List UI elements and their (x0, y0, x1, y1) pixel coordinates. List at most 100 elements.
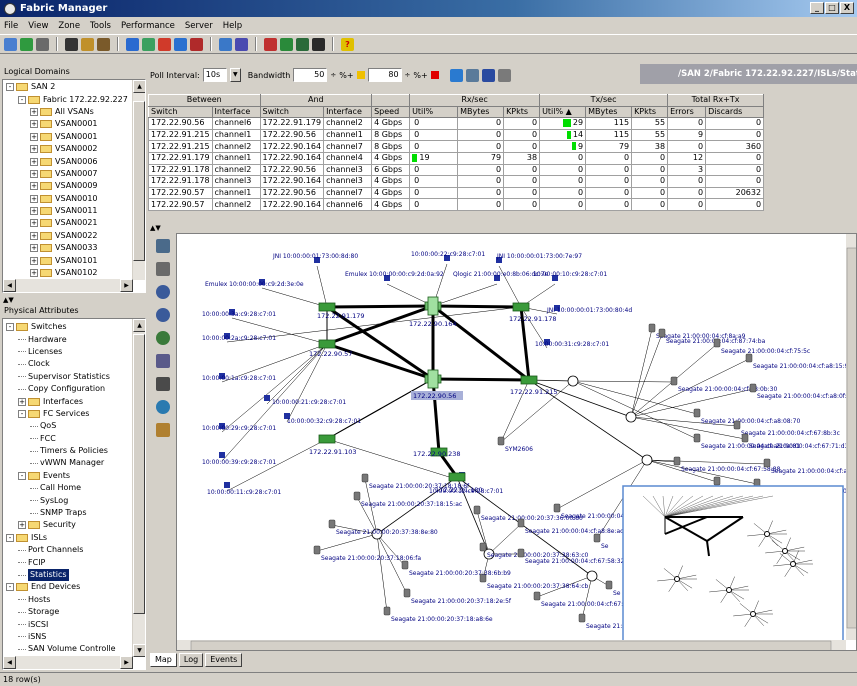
storage-icon[interactable] (578, 613, 586, 623)
table-row[interactable]: 172.22.90.56 channel6 172.22.91.179 channel… (148, 117, 765, 130)
table-row[interactable]: 172.22.91.215 channel1 172.22.90.56 channel… (148, 128, 765, 142)
tree-item[interactable]: QoS (3, 420, 145, 432)
expand-icon[interactable]: - (6, 583, 14, 592)
close-button[interactable]: X (840, 2, 854, 14)
storage-icon[interactable] (383, 606, 391, 616)
tree-item[interactable]: Storage (3, 606, 145, 618)
tree-item[interactable]: Supervisor Statistics (3, 371, 145, 383)
group-icon[interactable] (156, 262, 170, 276)
logical-scrollbar[interactable]: ▲ (132, 80, 145, 280)
tree-item[interactable]: + VSAN0001 (3, 118, 145, 130)
expand-icon[interactable]: + (30, 182, 38, 191)
expand-icon[interactable]: + (30, 269, 38, 278)
tree-item[interactable]: + All VSANs (3, 106, 145, 118)
tree-item[interactable]: iSNS (3, 631, 145, 643)
topology-svg[interactable]: JNI 10:00:00:01:73:00:8d:80 10:00:00:22:c… (177, 234, 857, 651)
zoom-out-icon[interactable] (156, 308, 170, 322)
storage-icon[interactable] (497, 436, 505, 446)
tree-item[interactable]: + VSAN0009 (3, 180, 145, 192)
storage-icon[interactable] (593, 533, 601, 543)
export-map-icon[interactable] (156, 423, 170, 437)
storage-icon[interactable] (479, 542, 487, 552)
expand-icon[interactable]: - (18, 471, 26, 480)
storage-link[interactable] (646, 459, 768, 465)
users-icon[interactable] (280, 37, 293, 51)
expand-icon[interactable]: + (18, 397, 26, 406)
storage-icon[interactable] (670, 376, 678, 386)
tree-item[interactable]: + VSAN0010 (3, 193, 145, 205)
menu-zone[interactable]: Zone (58, 21, 80, 31)
switch-icon[interactable] (448, 472, 466, 482)
isl-link[interactable] (432, 377, 530, 382)
fabric-hub[interactable] (641, 454, 653, 466)
menu-tools[interactable]: Tools (90, 21, 111, 31)
tree-item[interactable]: - End Devices (3, 581, 145, 593)
chart-icon[interactable] (174, 37, 187, 51)
switch-icon[interactable] (520, 375, 538, 385)
tree-item[interactable]: + VSAN0002 (3, 143, 145, 155)
zoom-in-icon[interactable] (156, 285, 170, 299)
save-icon[interactable] (481, 68, 495, 82)
storage-icon[interactable] (658, 328, 666, 338)
logical-hscrollbar[interactable]: ◀ ▶ (3, 279, 133, 292)
expand-icon[interactable]: + (30, 219, 38, 228)
storage-link[interactable] (630, 333, 663, 418)
host-icon[interactable] (224, 482, 230, 488)
storage-icon[interactable] (353, 491, 361, 501)
storage-icon[interactable] (328, 519, 336, 529)
tree-item[interactable]: Licenses (3, 346, 145, 358)
fabric-hub[interactable] (586, 570, 598, 582)
column-header[interactable]: MBytes (585, 105, 633, 119)
tab-events[interactable]: Events (205, 653, 243, 667)
terminal-icon[interactable] (312, 37, 325, 51)
table-row[interactable]: 172.22.90.57 channel1 172.22.90.56 channel7… (148, 186, 765, 200)
zoom-fit-icon[interactable] (156, 331, 170, 345)
splitter-arrows[interactable]: ▲▼ (3, 296, 14, 304)
storage-link[interactable] (572, 380, 675, 383)
discover-icon[interactable] (20, 37, 33, 51)
expand-icon[interactable]: + (30, 244, 38, 253)
find-icon[interactable] (36, 37, 49, 51)
tree-item[interactable]: + Interfaces (3, 395, 145, 407)
alert-icon[interactable] (190, 37, 203, 51)
expand-icon[interactable]: + (30, 169, 38, 178)
host-link[interactable] (316, 265, 328, 308)
tree-item[interactable]: iSCSI (3, 618, 145, 630)
storage-icon[interactable] (605, 580, 613, 590)
storage-link[interactable] (316, 533, 378, 552)
tab-log[interactable]: Log (178, 653, 204, 667)
column-header[interactable]: Interface (211, 105, 261, 119)
host-link[interactable] (432, 283, 498, 307)
select-icon[interactable] (156, 377, 170, 391)
tree-item[interactable]: + VSAN0033 (3, 242, 145, 254)
bandwidth-high-input[interactable]: 80 (367, 68, 402, 82)
storage-icon[interactable] (473, 505, 481, 515)
expand-icon[interactable]: + (30, 120, 38, 129)
overview-icon[interactable] (156, 354, 170, 368)
storage-icon[interactable] (713, 338, 721, 348)
expand-icon[interactable]: - (18, 409, 26, 418)
tree-item[interactable]: - SAN 2 (3, 81, 145, 93)
storage-icon[interactable] (517, 518, 525, 528)
tree-item[interactable]: Clock (3, 358, 145, 370)
tree-item[interactable]: + VSAN0001 (3, 131, 145, 143)
column-header[interactable]: Discards (705, 105, 765, 119)
fabric-hub[interactable] (567, 375, 579, 387)
tree-item[interactable]: - ISLs (3, 532, 145, 544)
tree-item[interactable]: Hosts (3, 594, 145, 606)
refresh-map-icon[interactable] (156, 400, 170, 414)
table-row[interactable]: 172.22.91.179 channel1 172.22.90.164 channe… (148, 151, 765, 165)
column-header[interactable]: Switch (148, 105, 213, 119)
physical-scrollbar[interactable]: ▲ ▼ (132, 319, 145, 657)
switch-icon[interactable] (318, 339, 336, 349)
tree-item[interactable]: Timers & Policies (3, 445, 145, 457)
tree-item[interactable]: + VSAN0021 (3, 217, 145, 229)
storage-icon[interactable] (401, 560, 409, 570)
bandwidth-low-spinner[interactable]: ÷ (330, 71, 336, 79)
tree-item[interactable]: - FC Services (3, 408, 145, 420)
tree-item[interactable]: + VSAN0006 (3, 155, 145, 167)
expand-icon[interactable]: + (30, 107, 38, 116)
isl-link[interactable] (432, 304, 522, 309)
storage-icon[interactable] (763, 458, 771, 468)
menu-file[interactable]: File (4, 21, 18, 31)
